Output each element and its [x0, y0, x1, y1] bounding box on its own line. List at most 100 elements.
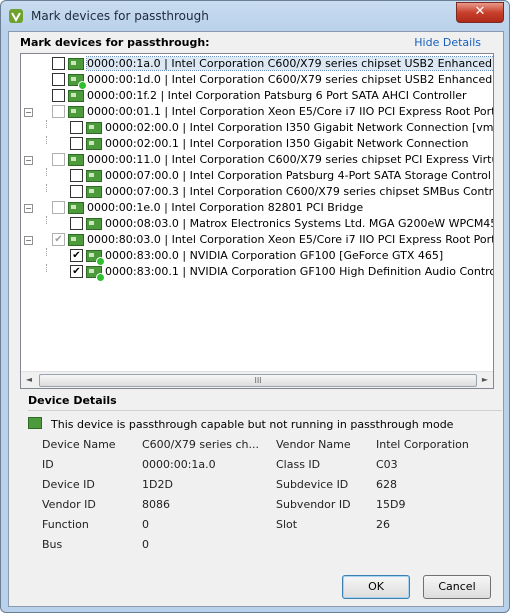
device-label: 0000:07:00.3 | Intel Corporation C600/X7…	[105, 185, 494, 198]
device-label: 0000:83:00.0 | NVIDIA Corporation GF100 …	[105, 249, 444, 262]
detail-value: 628	[376, 478, 397, 491]
device-label: 0000:02:00.0 | Intel Corporation I350 Gi…	[105, 121, 494, 134]
active-status-icon	[96, 273, 105, 282]
tree-row[interactable]: 0000:00:1d.0 | Intel Corporation C600/X7…	[21, 72, 494, 90]
tree-row[interactable]: 0000:07:00.3 | Intel Corporation C600/X7…	[21, 184, 493, 200]
scroll-left-arrow-icon[interactable]: ◄	[21, 372, 37, 388]
passthrough-checkbox[interactable]	[52, 105, 65, 118]
scrollbar-thumb[interactable]: III	[39, 374, 477, 387]
pci-device-icon	[68, 90, 84, 102]
pci-device-icon	[68, 154, 84, 166]
passthrough-checkbox[interactable]	[52, 73, 65, 86]
tree-row[interactable]: − 0000:00:11.0 | Intel Corporation C600/X…	[21, 152, 493, 168]
tree-row[interactable]: 0000:02:00.1 | Intel Corporation I350 Gi…	[21, 136, 493, 152]
pci-device-icon	[86, 122, 102, 134]
detail-value: 0	[142, 538, 149, 551]
device-status-text: This device is passthrough capable but n…	[51, 418, 454, 431]
passthrough-checkbox[interactable]	[70, 169, 83, 182]
tree-connector	[46, 168, 47, 176]
detail-label: Slot	[276, 518, 298, 531]
vsphere-app-icon	[9, 9, 23, 23]
collapse-icon[interactable]: −	[24, 204, 33, 213]
detail-label: Vendor Name	[276, 438, 351, 451]
device-label: 0000:02:00.1 | Intel Corporation I350 Gi…	[105, 137, 469, 150]
passthrough-checkbox[interactable]: ✔	[70, 249, 83, 262]
device-tree[interactable]: 0000:00:1a.0 | Intel Corporation C600/X7…	[20, 53, 494, 389]
tree-connector	[46, 264, 47, 272]
detail-label: Class ID	[276, 458, 321, 471]
device-label: 0000:00:1f.2 | Intel Corporation Patsbur…	[87, 89, 467, 102]
tree-row[interactable]: 0000:07:00.0 | Intel Corporation Patsbur…	[21, 168, 493, 184]
device-details-title: Device Details	[28, 394, 117, 407]
detail-value: 26	[376, 518, 390, 531]
detail-label: ID	[42, 458, 54, 471]
detail-value: 0000:00:1a.0	[142, 458, 216, 471]
tree-connector	[46, 184, 47, 192]
passthrough-checkbox[interactable]: ✔	[70, 265, 83, 278]
device-label: 0000:07:00.0 | Intel Corporation Patsbur…	[105, 169, 494, 182]
tree-connector	[46, 248, 47, 256]
tree-row[interactable]: 0000:02:00.0 | Intel Corporation I350 Gi…	[21, 120, 493, 136]
detail-value: C03	[376, 458, 398, 471]
pci-device-icon	[68, 106, 84, 118]
detail-value: Intel Corporation	[376, 438, 469, 451]
scroll-right-arrow-icon[interactable]: ►	[477, 372, 493, 388]
tree-row[interactable]: ✔ 0000:83:00.1 | NVIDIA Corporation GF100…	[21, 264, 494, 282]
passthrough-checkbox[interactable]: ✔	[52, 233, 65, 246]
tree-row[interactable]: 0000:00:1a.0 | Intel Corporation C600/X7…	[21, 56, 493, 72]
device-label: 0000:00:1a.0 | Intel Corporation C600/X7…	[85, 56, 493, 71]
pci-device-icon	[86, 186, 102, 198]
tree-row[interactable]: − ✔ 0000:80:03.0 | Intel Corporation Xeon …	[21, 232, 493, 248]
close-button[interactable]: ✕	[456, 2, 504, 23]
passthrough-checkbox[interactable]	[70, 137, 83, 150]
tree-row[interactable]: 0000:08:03.0 | Matrox Electronics System…	[21, 216, 493, 232]
device-label: 0000:80:03.0 | Intel Corporation Xeon E5…	[87, 233, 494, 246]
passthrough-checkbox[interactable]	[70, 121, 83, 134]
pci-device-icon	[86, 266, 105, 282]
ok-button[interactable]: OK	[342, 575, 410, 599]
collapse-icon[interactable]: −	[24, 108, 33, 117]
detail-value: 15D9	[376, 498, 406, 511]
detail-value: 8086	[142, 498, 170, 511]
pci-device-icon	[68, 202, 84, 214]
device-label: 0000:83:00.1 | NVIDIA Corporation GF100 …	[105, 265, 494, 278]
tree-row[interactable]: ✔ 0000:83:00.0 | NVIDIA Corporation GF100…	[21, 248, 493, 266]
detail-label: Function	[42, 518, 89, 531]
detail-label: Bus	[42, 538, 63, 551]
tree-connector	[46, 120, 47, 128]
collapse-icon[interactable]: −	[24, 236, 33, 245]
device-label: 0000:08:03.0 | Matrox Electronics System…	[105, 217, 494, 230]
device-status-icon	[28, 417, 42, 429]
detail-label: Device ID	[42, 478, 95, 491]
cancel-button[interactable]: Cancel	[423, 575, 491, 599]
details-divider	[28, 410, 502, 411]
tree-connector	[46, 216, 47, 224]
pci-device-icon	[68, 58, 84, 70]
horizontal-scrollbar[interactable]: ◄ III ►	[21, 371, 493, 388]
dialog-content: Mark devices for passthrough: Hide Detai…	[8, 31, 504, 607]
detail-label: Subdevice ID	[276, 478, 349, 491]
tree-row[interactable]: − 0000:00:1e.0 | Intel Corporation 82801 …	[21, 200, 493, 216]
title-bar[interactable]: Mark devices for passthrough ✕	[1, 1, 509, 31]
dialog-window: Mark devices for passthrough ✕ Mark devi…	[0, 0, 510, 613]
passthrough-checkbox[interactable]	[52, 89, 65, 102]
device-label: 0000:00:1d.0 | Intel Corporation C600/X7…	[87, 73, 494, 86]
detail-label: Device Name	[42, 438, 116, 451]
passthrough-checkbox[interactable]	[52, 57, 65, 70]
device-label: 0000:00:01.1 | Intel Corporation Xeon E5…	[87, 105, 494, 118]
tree-row[interactable]: 0000:00:1f.2 | Intel Corporation Patsbur…	[21, 88, 493, 104]
device-label: 0000:00:1e.0 | Intel Corporation 82801 P…	[87, 201, 364, 214]
hide-details-link[interactable]: Hide Details	[414, 36, 481, 49]
detail-value: C600/X79 series ch...	[142, 438, 259, 451]
detail-label: Vendor ID	[42, 498, 96, 511]
passthrough-checkbox[interactable]	[70, 217, 83, 230]
passthrough-checkbox[interactable]	[70, 185, 83, 198]
device-tree-rows: 0000:00:1a.0 | Intel Corporation C600/X7…	[21, 56, 494, 282]
passthrough-checkbox[interactable]	[52, 153, 65, 166]
pci-device-icon	[86, 218, 102, 230]
collapse-icon[interactable]: −	[24, 156, 33, 165]
pci-device-icon	[68, 234, 84, 246]
tree-row[interactable]: − 0000:00:01.1 | Intel Corporation Xeon E…	[21, 104, 493, 120]
passthrough-checkbox[interactable]	[52, 201, 65, 214]
device-label: 0000:00:11.0 | Intel Corporation C600/X7…	[87, 153, 494, 166]
